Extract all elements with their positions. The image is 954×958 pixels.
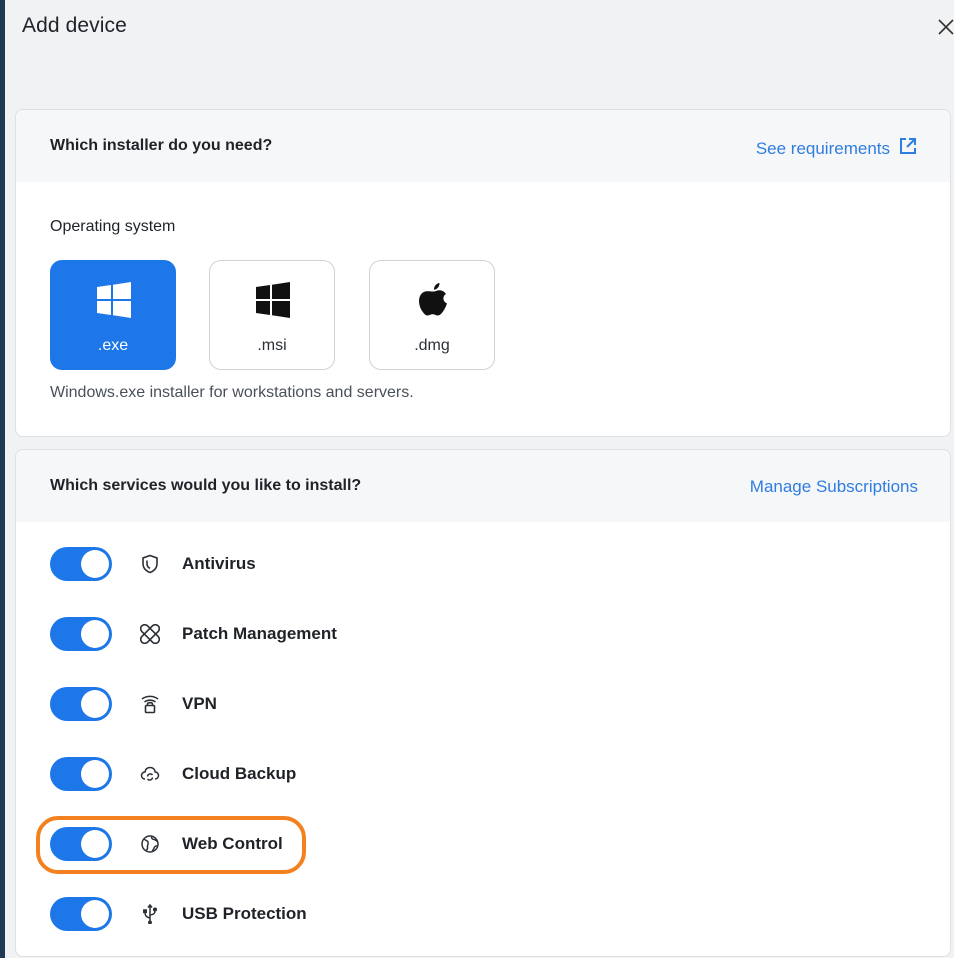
services-question: Which services would you like to install…: [50, 477, 362, 494]
vpn-toggle[interactable]: [50, 687, 112, 721]
close-icon[interactable]: [934, 15, 954, 39]
shield-icon: [140, 554, 160, 574]
see-requirements-link[interactable]: See requirements: [756, 136, 918, 161]
windows-icon: [254, 281, 292, 319]
os-option-msi[interactable]: .msi: [209, 260, 335, 370]
service-label: USB Protection: [182, 904, 307, 923]
installer-description: Windows.exe installer for workstations a…: [50, 384, 414, 401]
usb-icon: [140, 904, 160, 924]
services-card: Which services would you like to install…: [15, 449, 951, 957]
toggle-knob: [81, 620, 109, 648]
installer-card: Which installer do you need? See require…: [15, 109, 951, 437]
windows-icon: [95, 281, 133, 319]
service-label: Antivirus: [182, 554, 256, 573]
wifi-lock-icon: [140, 694, 160, 714]
dialog-title: Add device: [22, 14, 127, 37]
service-row-vpn: VPN: [50, 686, 217, 722]
manage-subscriptions-link[interactable]: Manage Subscriptions: [750, 477, 918, 497]
toggle-knob: [81, 900, 109, 928]
apple-icon: [414, 281, 452, 319]
service-row-web-control: Web Control: [50, 826, 283, 862]
toggle-knob: [81, 550, 109, 578]
os-label: Operating system: [50, 218, 176, 235]
add-device-dialog: Add device Which installer do you need? …: [5, 0, 954, 958]
os-option-label: .exe: [97, 337, 129, 354]
service-label: Cloud Backup: [182, 764, 297, 783]
service-row-usb-protection: USB Protection: [50, 896, 307, 932]
toggle-knob: [81, 830, 109, 858]
see-requirements-label: See requirements: [755, 138, 890, 158]
service-row-patch-management: Patch Management: [50, 616, 337, 652]
bandage-icon: [140, 624, 160, 644]
toggle-knob: [81, 760, 109, 788]
service-label: Patch Management: [182, 624, 337, 643]
toggle-knob: [81, 690, 109, 718]
os-option-label: .dmg: [414, 337, 450, 354]
external-link-icon: [898, 136, 918, 161]
service-label: Web Control: [182, 834, 283, 853]
os-option-label: .msi: [257, 337, 287, 354]
installer-question: Which installer do you need?: [50, 137, 273, 154]
usb-protection-toggle[interactable]: [50, 897, 112, 931]
services-card-header: Which services would you like to install…: [16, 450, 950, 522]
globe-icon: [140, 834, 160, 854]
installer-card-header: Which installer do you need? See require…: [16, 110, 950, 182]
cloud-backup-toggle[interactable]: [50, 757, 112, 791]
antivirus-toggle[interactable]: [50, 547, 112, 581]
patch-management-toggle[interactable]: [50, 617, 112, 651]
cloud-sync-icon: [140, 764, 160, 784]
service-label: VPN: [182, 694, 217, 713]
service-row-cloud-backup: Cloud Backup: [50, 756, 296, 792]
os-option-dmg[interactable]: .dmg: [369, 260, 495, 370]
service-row-antivirus: Antivirus: [50, 546, 256, 582]
os-option-exe[interactable]: .exe: [50, 260, 176, 370]
web-control-toggle[interactable]: [50, 827, 112, 861]
dialog-header: Add device: [5, 0, 954, 60]
